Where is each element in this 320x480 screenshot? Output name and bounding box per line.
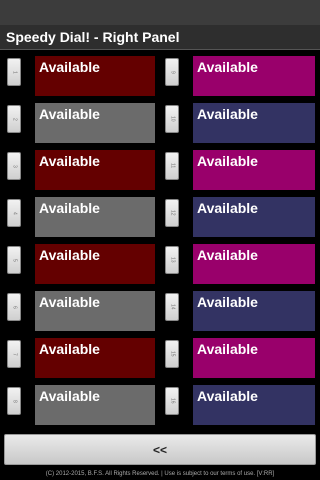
dial-number: 12 bbox=[169, 210, 176, 216]
speed-dial-button-1[interactable]: Available bbox=[35, 56, 155, 96]
dial-edit-handle[interactable]: 3 bbox=[7, 152, 21, 180]
dial-label: Available bbox=[39, 59, 100, 75]
dial-edit-handle[interactable]: 6 bbox=[7, 293, 21, 321]
status-bar bbox=[0, 0, 320, 25]
dial-number: 11 bbox=[169, 163, 176, 169]
dial-cell: 5 Available bbox=[0, 238, 162, 285]
dial-number: 13 bbox=[169, 257, 176, 263]
speed-dial-button-16[interactable]: Available bbox=[193, 385, 315, 425]
dial-edit-handle[interactable]: 8 bbox=[7, 387, 21, 415]
dial-edit-handle[interactable]: 11 bbox=[165, 152, 179, 180]
speed-dial-button-9[interactable]: Available bbox=[193, 56, 315, 96]
dial-cell: 6 Available bbox=[0, 285, 162, 332]
dial-cell: 15 Available bbox=[158, 332, 320, 379]
dial-edit-handle[interactable]: 16 bbox=[165, 387, 179, 415]
dial-label: Available bbox=[197, 247, 258, 263]
dial-cell: 1 Available bbox=[0, 50, 162, 97]
speed-dial-button-12[interactable]: Available bbox=[193, 197, 315, 237]
dial-number: 4 bbox=[11, 211, 18, 215]
dial-label: Available bbox=[39, 294, 100, 310]
speed-dial-button-7[interactable]: Available bbox=[35, 338, 155, 378]
dial-number: 1 bbox=[11, 70, 18, 74]
dial-cell: 12 Available bbox=[158, 191, 320, 238]
dial-label: Available bbox=[197, 153, 258, 169]
dial-edit-handle[interactable]: 13 bbox=[165, 246, 179, 274]
speed-dial-button-15[interactable]: Available bbox=[193, 338, 315, 378]
dial-label: Available bbox=[197, 106, 258, 122]
speed-dial-button-11[interactable]: Available bbox=[193, 150, 315, 190]
dial-number: 14 bbox=[169, 304, 176, 310]
dial-cell: 4 Available bbox=[0, 191, 162, 238]
dial-cell: 8 Available bbox=[0, 379, 162, 426]
dial-edit-handle[interactable]: 15 bbox=[165, 340, 179, 368]
dial-label: Available bbox=[39, 153, 100, 169]
dial-cell: 13 Available bbox=[158, 238, 320, 285]
dial-number: 5 bbox=[11, 258, 18, 262]
dial-cell: 11 Available bbox=[158, 144, 320, 191]
dial-label: Available bbox=[39, 106, 100, 122]
dial-cell: 2 Available bbox=[0, 97, 162, 144]
dial-label: Available bbox=[39, 247, 100, 263]
dial-label: Available bbox=[197, 388, 258, 404]
dial-number: 8 bbox=[11, 399, 18, 403]
dial-edit-handle[interactable]: 12 bbox=[165, 199, 179, 227]
speed-dial-button-13[interactable]: Available bbox=[193, 244, 315, 284]
page-title: Speedy Dial! - Right Panel bbox=[6, 29, 180, 45]
dial-cell: 14 Available bbox=[158, 285, 320, 332]
dial-edit-handle[interactable]: 9 bbox=[165, 58, 179, 86]
dial-edit-handle[interactable]: 2 bbox=[7, 105, 21, 133]
dial-number: 16 bbox=[169, 398, 176, 404]
speed-dial-button-2[interactable]: Available bbox=[35, 103, 155, 143]
dial-label: Available bbox=[197, 294, 258, 310]
dial-label: Available bbox=[39, 341, 100, 357]
dial-label: Available bbox=[39, 388, 100, 404]
dial-edit-handle[interactable]: 5 bbox=[7, 246, 21, 274]
dial-number: 7 bbox=[11, 352, 18, 356]
speed-dial-button-14[interactable]: Available bbox=[193, 291, 315, 331]
speed-dial-button-10[interactable]: Available bbox=[193, 103, 315, 143]
back-button[interactable]: << bbox=[4, 434, 316, 465]
speed-dial-button-8[interactable]: Available bbox=[35, 385, 155, 425]
dial-number: 10 bbox=[169, 116, 176, 122]
dial-edit-handle[interactable]: 10 bbox=[165, 105, 179, 133]
dial-edit-handle[interactable]: 14 bbox=[165, 293, 179, 321]
dial-label: Available bbox=[197, 341, 258, 357]
dial-label: Available bbox=[39, 200, 100, 216]
speed-dial-button-5[interactable]: Available bbox=[35, 244, 155, 284]
dial-cell: 7 Available bbox=[0, 332, 162, 379]
speed-dial-button-3[interactable]: Available bbox=[35, 150, 155, 190]
dial-number: 3 bbox=[11, 164, 18, 168]
dial-number: 2 bbox=[11, 117, 18, 121]
dial-edit-handle[interactable]: 7 bbox=[7, 340, 21, 368]
speed-dial-button-6[interactable]: Available bbox=[35, 291, 155, 331]
dial-edit-handle[interactable]: 1 bbox=[7, 58, 21, 86]
dial-cell: 16 Available bbox=[158, 379, 320, 426]
dial-label: Available bbox=[197, 59, 258, 75]
dial-cell: 10 Available bbox=[158, 97, 320, 144]
dial-edit-handle[interactable]: 4 bbox=[7, 199, 21, 227]
copyright-footer: (C) 2012-2015, B.F.S. All Rights Reserve… bbox=[45, 471, 275, 477]
dial-number: 6 bbox=[11, 305, 18, 309]
dial-number: 9 bbox=[169, 70, 176, 74]
dial-cell: 3 Available bbox=[0, 144, 162, 191]
dial-cell: 9 Available bbox=[158, 50, 320, 97]
dial-label: Available bbox=[197, 200, 258, 216]
title-bar: Speedy Dial! - Right Panel bbox=[0, 25, 320, 50]
speed-dial-button-4[interactable]: Available bbox=[35, 197, 155, 237]
speed-dial-grid: 1 Available 9 Available 2 Available 10 Availabl… bbox=[0, 50, 320, 430]
dial-number: 15 bbox=[169, 351, 176, 357]
